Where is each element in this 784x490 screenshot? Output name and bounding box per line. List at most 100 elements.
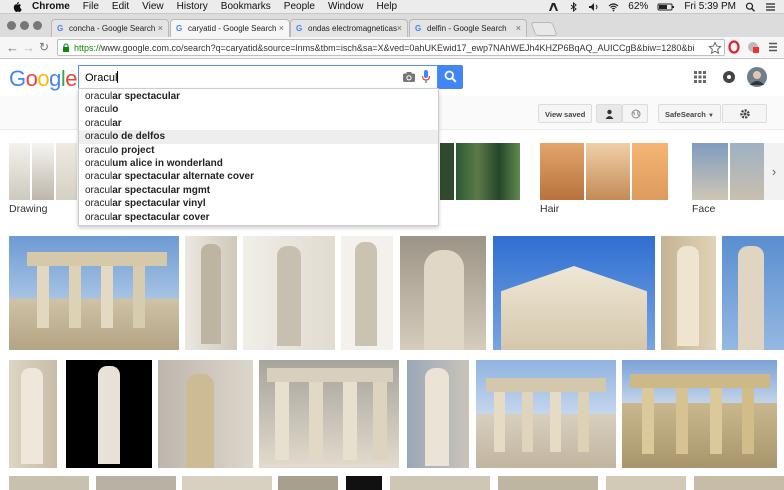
- close-tab-icon[interactable]: ×: [397, 23, 402, 33]
- bookmark-star-icon[interactable]: [708, 41, 722, 55]
- global-results-button[interactable]: [622, 104, 648, 123]
- suggestion-item[interactable]: oracular: [79, 117, 438, 130]
- chrome-menu-icon[interactable]: [766, 40, 780, 54]
- image-result[interactable]: [476, 360, 616, 468]
- image-result[interactable]: [66, 360, 152, 468]
- wifi-icon[interactable]: [608, 2, 619, 12]
- image-result[interactable]: [9, 236, 179, 350]
- suggestion-item[interactable]: oraculo project: [79, 144, 438, 157]
- category-cards-thumb[interactable]: [440, 143, 520, 200]
- google-favicon-icon: G: [415, 24, 422, 33]
- menu-file[interactable]: File: [83, 1, 99, 12]
- menu-history[interactable]: History: [177, 1, 208, 12]
- image-result[interactable]: [390, 476, 490, 490]
- image-result[interactable]: [694, 476, 784, 490]
- forward-arrow-icon[interactable]: →: [22, 40, 35, 55]
- close-tab-icon[interactable]: ×: [516, 23, 521, 33]
- image-result[interactable]: [9, 360, 57, 468]
- bluetooth-icon[interactable]: [568, 1, 579, 12]
- address-bar[interactable]: https://www.google.com.co/search?q=carya…: [57, 39, 725, 56]
- opera-extension-icon[interactable]: [727, 40, 741, 54]
- category-label-face[interactable]: Face: [692, 203, 715, 215]
- suggestion-item[interactable]: oracular spectacular: [79, 90, 438, 103]
- view-saved-button[interactable]: View saved: [538, 104, 593, 123]
- google-favicon-icon: G: [176, 24, 183, 33]
- apple-icon[interactable]: [12, 1, 22, 12]
- menu-app-name[interactable]: Chrome: [32, 1, 70, 12]
- person-icon: [605, 109, 614, 119]
- menu-window[interactable]: Window: [328, 1, 364, 12]
- window-minimize-button[interactable]: [20, 21, 29, 30]
- tab-title: caryatid - Google Search: [188, 24, 277, 33]
- category-label-hair[interactable]: Hair: [540, 203, 559, 215]
- settings-button[interactable]: [722, 104, 767, 123]
- new-tab-button[interactable]: [530, 22, 558, 36]
- image-result[interactable]: [661, 236, 716, 350]
- image-result[interactable]: [622, 360, 777, 468]
- menu-people[interactable]: People: [284, 1, 315, 12]
- image-result[interactable]: [185, 236, 237, 350]
- suggestion-item-highlighted[interactable]: oraculo de delfos: [79, 130, 438, 144]
- image-result[interactable]: [341, 236, 393, 350]
- close-tab-icon[interactable]: ×: [279, 23, 284, 33]
- window-zoom-button[interactable]: [33, 21, 42, 30]
- account-avatar[interactable]: [747, 67, 767, 87]
- notifications-bell-icon[interactable]: [722, 70, 736, 84]
- close-tab-icon[interactable]: ×: [158, 23, 163, 33]
- menu-view[interactable]: View: [142, 1, 164, 12]
- category-drawing-thumb[interactable]: [9, 143, 77, 200]
- notification-center-icon[interactable]: [765, 2, 776, 12]
- window-close-button[interactable]: [7, 21, 16, 30]
- extension-icon[interactable]: [746, 40, 760, 54]
- tab-concha[interactable]: G concha - Google Search ×: [51, 19, 169, 37]
- volume-icon[interactable]: [588, 2, 599, 12]
- personal-results-button[interactable]: [596, 104, 622, 123]
- tab-caryatid[interactable]: G caryatid - Google Search ×: [170, 19, 290, 38]
- safesearch-dropdown[interactable]: SafeSearch ▼: [658, 104, 721, 123]
- image-result[interactable]: [400, 236, 486, 350]
- category-hair-thumb[interactable]: [540, 143, 668, 200]
- suggestion-item[interactable]: oracular spectacular vinyl: [79, 197, 438, 210]
- image-result[interactable]: [606, 476, 686, 490]
- tab-title: concha - Google Search: [69, 24, 156, 33]
- menubar-clock[interactable]: Fri 5:39 PM: [684, 1, 736, 12]
- menu-edit[interactable]: Edit: [112, 1, 129, 12]
- menu-bookmarks[interactable]: Bookmarks: [221, 1, 271, 12]
- suggestion-item[interactable]: oracular spectacular cover: [79, 211, 438, 224]
- category-face-thumb[interactable]: [692, 143, 764, 200]
- search-button[interactable]: [438, 65, 463, 89]
- battery-icon[interactable]: [657, 2, 675, 12]
- dropdown-arrow-icon: ▼: [707, 113, 714, 119]
- search-input[interactable]: Oracul: [78, 65, 438, 89]
- camera-icon[interactable]: [402, 71, 416, 83]
- suggestion-item[interactable]: oracular spectacular alternate cover: [79, 170, 438, 183]
- image-result[interactable]: [722, 236, 784, 350]
- spotlight-search-icon[interactable]: [745, 2, 756, 12]
- image-result[interactable]: [158, 360, 253, 468]
- suggestion-item[interactable]: oraculo: [79, 103, 438, 116]
- menu-help[interactable]: Help: [377, 1, 398, 12]
- image-result[interactable]: [346, 476, 382, 490]
- image-result[interactable]: [243, 236, 335, 350]
- image-result[interactable]: [278, 476, 338, 490]
- apps-grid-icon[interactable]: [694, 71, 706, 83]
- tab-ondas[interactable]: G ondas electromagneticas ×: [290, 19, 408, 37]
- category-label-drawing[interactable]: Drawing: [9, 203, 48, 215]
- chevron-right-icon[interactable]: ›: [764, 143, 784, 200]
- suggestion-item[interactable]: oracular spectacular mgmt: [79, 184, 438, 197]
- image-result[interactable]: [259, 360, 399, 468]
- image-result[interactable]: [182, 476, 272, 490]
- tab-delfin[interactable]: G delfin - Google Search ×: [409, 19, 527, 37]
- reload-icon[interactable]: ↻: [39, 40, 49, 55]
- image-result[interactable]: [9, 476, 89, 490]
- suggestion-item[interactable]: oraculum alice in wonderland: [79, 157, 438, 170]
- image-result[interactable]: [493, 236, 655, 350]
- image-result[interactable]: [96, 476, 176, 490]
- image-result[interactable]: [498, 476, 598, 490]
- back-arrow-icon[interactable]: ←: [6, 40, 19, 55]
- image-result[interactable]: [407, 360, 469, 468]
- microphone-icon[interactable]: [421, 69, 431, 85]
- google-logo[interactable]: Google: [9, 66, 78, 92]
- adobe-icon[interactable]: [548, 2, 559, 12]
- globe-icon: [631, 109, 641, 119]
